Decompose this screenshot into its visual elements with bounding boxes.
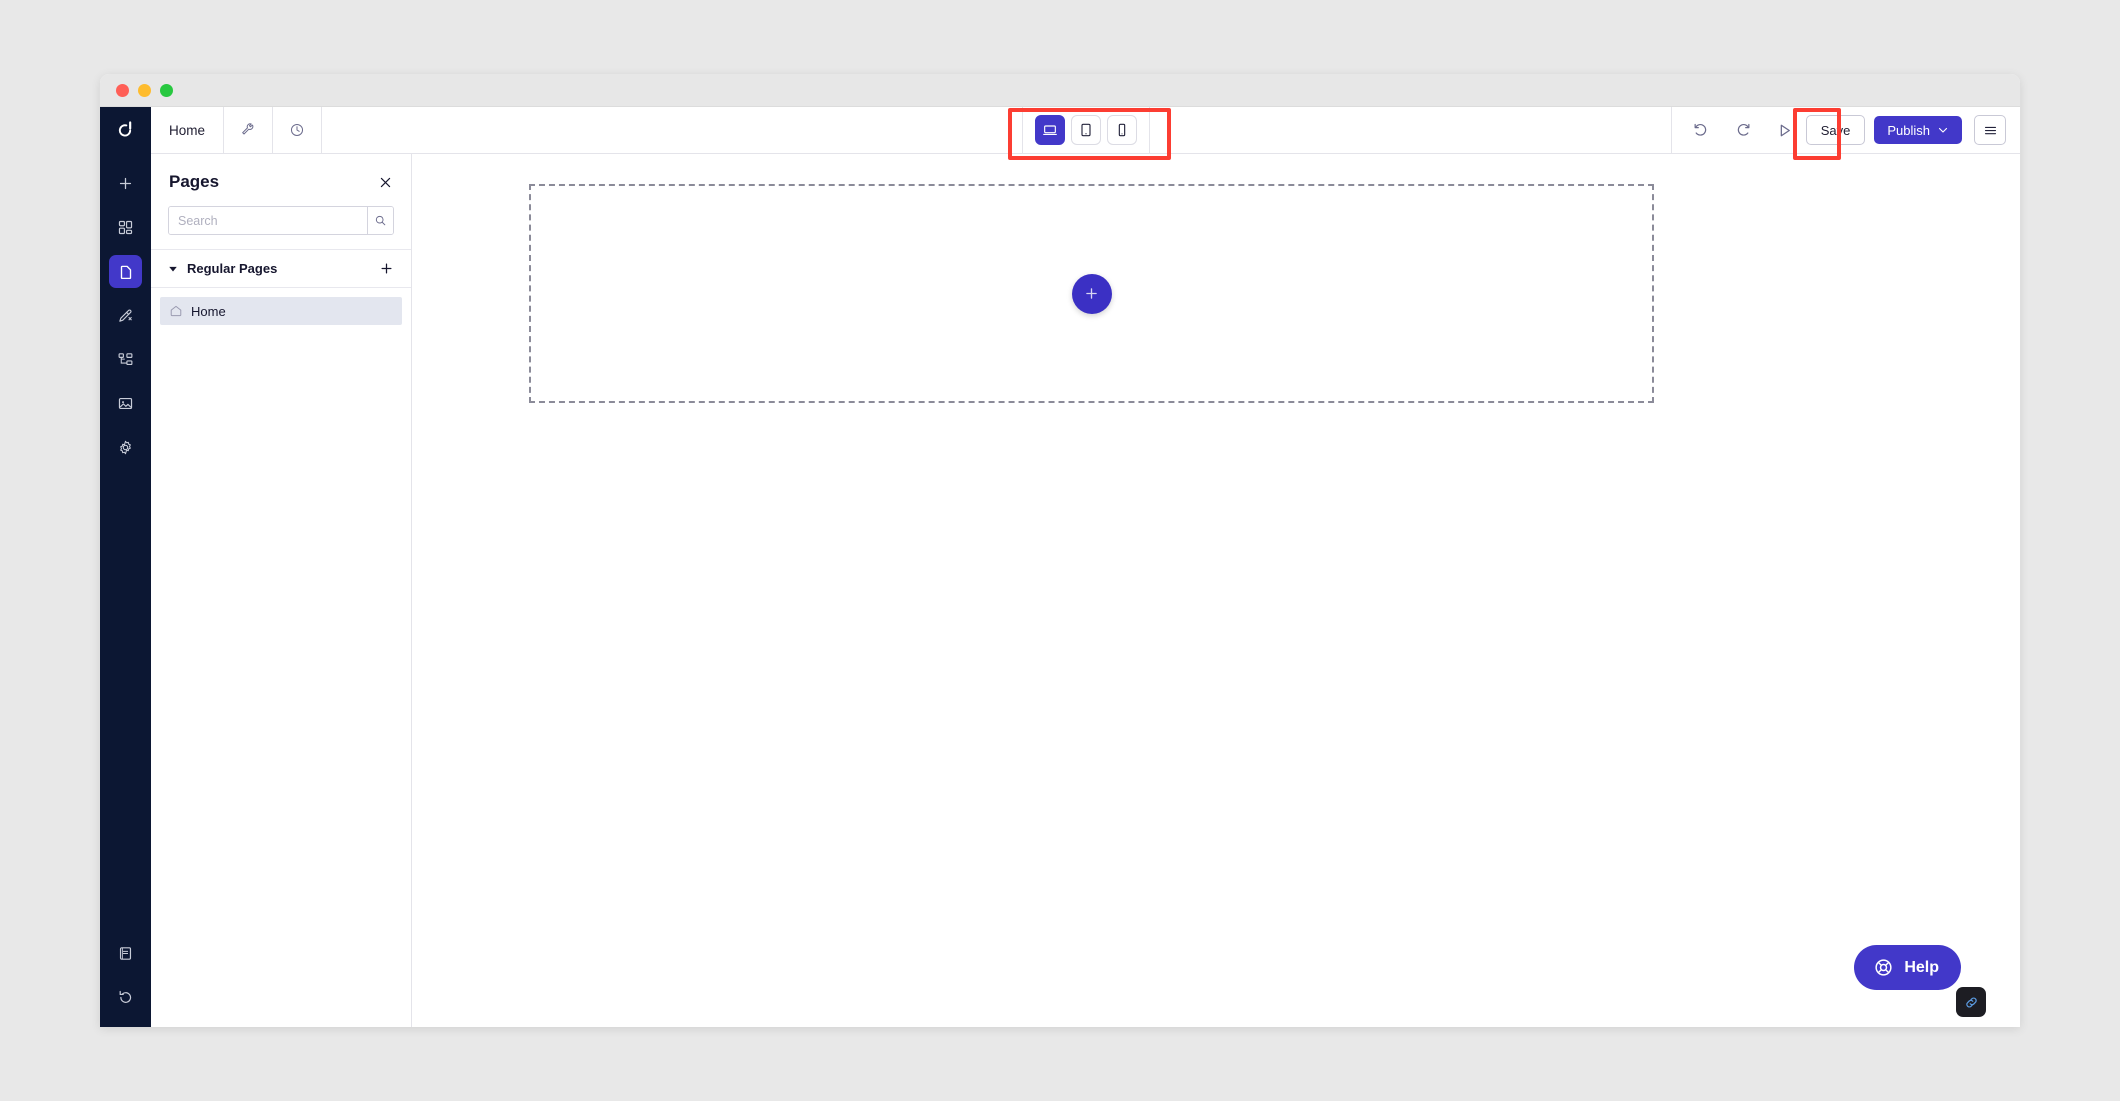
toolbar-separator-right [1148,107,1150,153]
plus-icon [119,177,132,190]
pages-list: Home [151,288,411,325]
pages-search [168,206,394,235]
sidebar-item-design[interactable] [109,299,142,332]
sidebar-item-media[interactable] [109,387,142,420]
pages-panel-header: Pages [151,154,411,200]
device-buttons [1023,115,1149,145]
list-item[interactable]: Home [160,297,402,325]
page-icon [120,265,131,279]
redo-button[interactable] [1726,113,1760,147]
sidebar-item-site-structure[interactable] [109,343,142,376]
page-title: Pages [169,172,220,191]
toolbar-actions: Save Publish [1669,107,2020,153]
window-zoom-button[interactable] [160,83,173,97]
app-logo[interactable] [100,107,151,153]
sidebar-item-history[interactable] [109,981,142,1014]
device-mobile-button[interactable] [1106,115,1137,145]
mobile-icon [1118,123,1125,137]
close-icon [380,177,391,187]
clock-icon [290,123,304,137]
search-input[interactable] [169,207,367,234]
main-column: Home Save Publish Pages Search Regular P… [151,107,2020,1027]
wrench-icon [242,123,254,135]
desktop-icon [1042,125,1057,135]
sidebar-item-pages[interactable] [109,255,142,288]
app-shell: Home Save Publish Pages Search Regular P… [100,107,2020,1027]
rail-primary-items [109,153,142,464]
tab-home-label: Home [169,122,206,138]
preview-button[interactable] [1768,113,1802,147]
play-preview-icon [1780,124,1791,136]
window-titlebar [100,74,2020,107]
lifebuoy-icon [1875,959,1892,976]
sidebar-item-settings[interactable] [109,431,142,464]
sidebar-item-add-element[interactable] [109,167,142,200]
window-minimize-button[interactable] [138,83,151,97]
save-button-label: Save [1820,122,1851,138]
search-button[interactable] [367,207,393,234]
redo-icon [1737,123,1750,136]
sidebar-item-docs[interactable] [109,937,142,970]
rail-secondary-items [100,937,151,1014]
publish-button-label: Publish [1887,122,1930,138]
save-button[interactable]: Save [1805,115,1866,145]
close-panel-button[interactable] [378,175,393,190]
toolbar-tabs: Home [151,107,323,153]
grid-apps-icon [118,220,133,235]
gear-icon [120,440,131,455]
collapse-toggle[interactable] [168,264,178,274]
device-switcher-wrap [1021,107,1150,153]
design-brush-icon [119,309,132,322]
device-tablet-button[interactable] [1070,115,1101,145]
empty-section-placeholder [529,184,1654,403]
help-button-label: Help [1904,958,1939,976]
toolbar-separator-actions [1670,107,1672,153]
tab-history[interactable] [273,107,323,153]
add-page-button[interactable] [379,261,394,276]
image-icon [118,397,133,410]
main-menu-button[interactable] [1974,115,2006,145]
hamburger-menu-icon [1984,126,1996,134]
pages-panel: Pages Search Regular Pages Home [151,154,412,1027]
chevron-down-icon [1938,127,1948,133]
help-button[interactable]: Help [1854,945,1961,990]
search-icon [375,215,386,226]
top-toolbar: Home Save Publish [151,107,2020,154]
caret-down-icon [169,266,177,271]
undo-button[interactable] [1684,113,1718,147]
plus-icon [1086,288,1097,299]
home-icon [170,305,182,317]
add-section-button[interactable] [1071,273,1112,314]
undo-icon [1694,123,1706,136]
book-icon [119,947,132,960]
workspace: Pages Search Regular Pages Home Help [151,154,2020,1027]
sitemap-icon [118,353,133,366]
plus-icon [381,263,392,274]
history-icon [119,990,132,1003]
screen: Home Save Publish Pages Search Regular P… [0,0,2120,1101]
tab-tools[interactable] [224,107,274,153]
sidebar-item-widgets[interactable] [109,211,142,244]
tablet-icon [1080,123,1091,137]
browser-window: Home Save Publish Pages Search Regular P… [100,74,2020,1027]
regular-pages-section-header: Regular Pages [151,250,411,288]
publish-button[interactable]: Publish [1874,116,1962,144]
device-switcher [1021,107,1150,153]
device-desktop-button[interactable] [1034,115,1065,145]
chain-link-icon [1965,997,1977,1007]
left-icon-rail [100,107,151,1027]
duda-logo-icon [118,121,131,137]
section-title: Regular Pages [187,261,278,276]
window-close-button[interactable] [116,83,129,97]
list-item-label: Home [191,303,226,319]
editor-canvas[interactable]: Help [412,154,2020,1027]
link-badge-button[interactable] [1956,987,1986,1017]
tab-home[interactable]: Home [151,107,225,153]
